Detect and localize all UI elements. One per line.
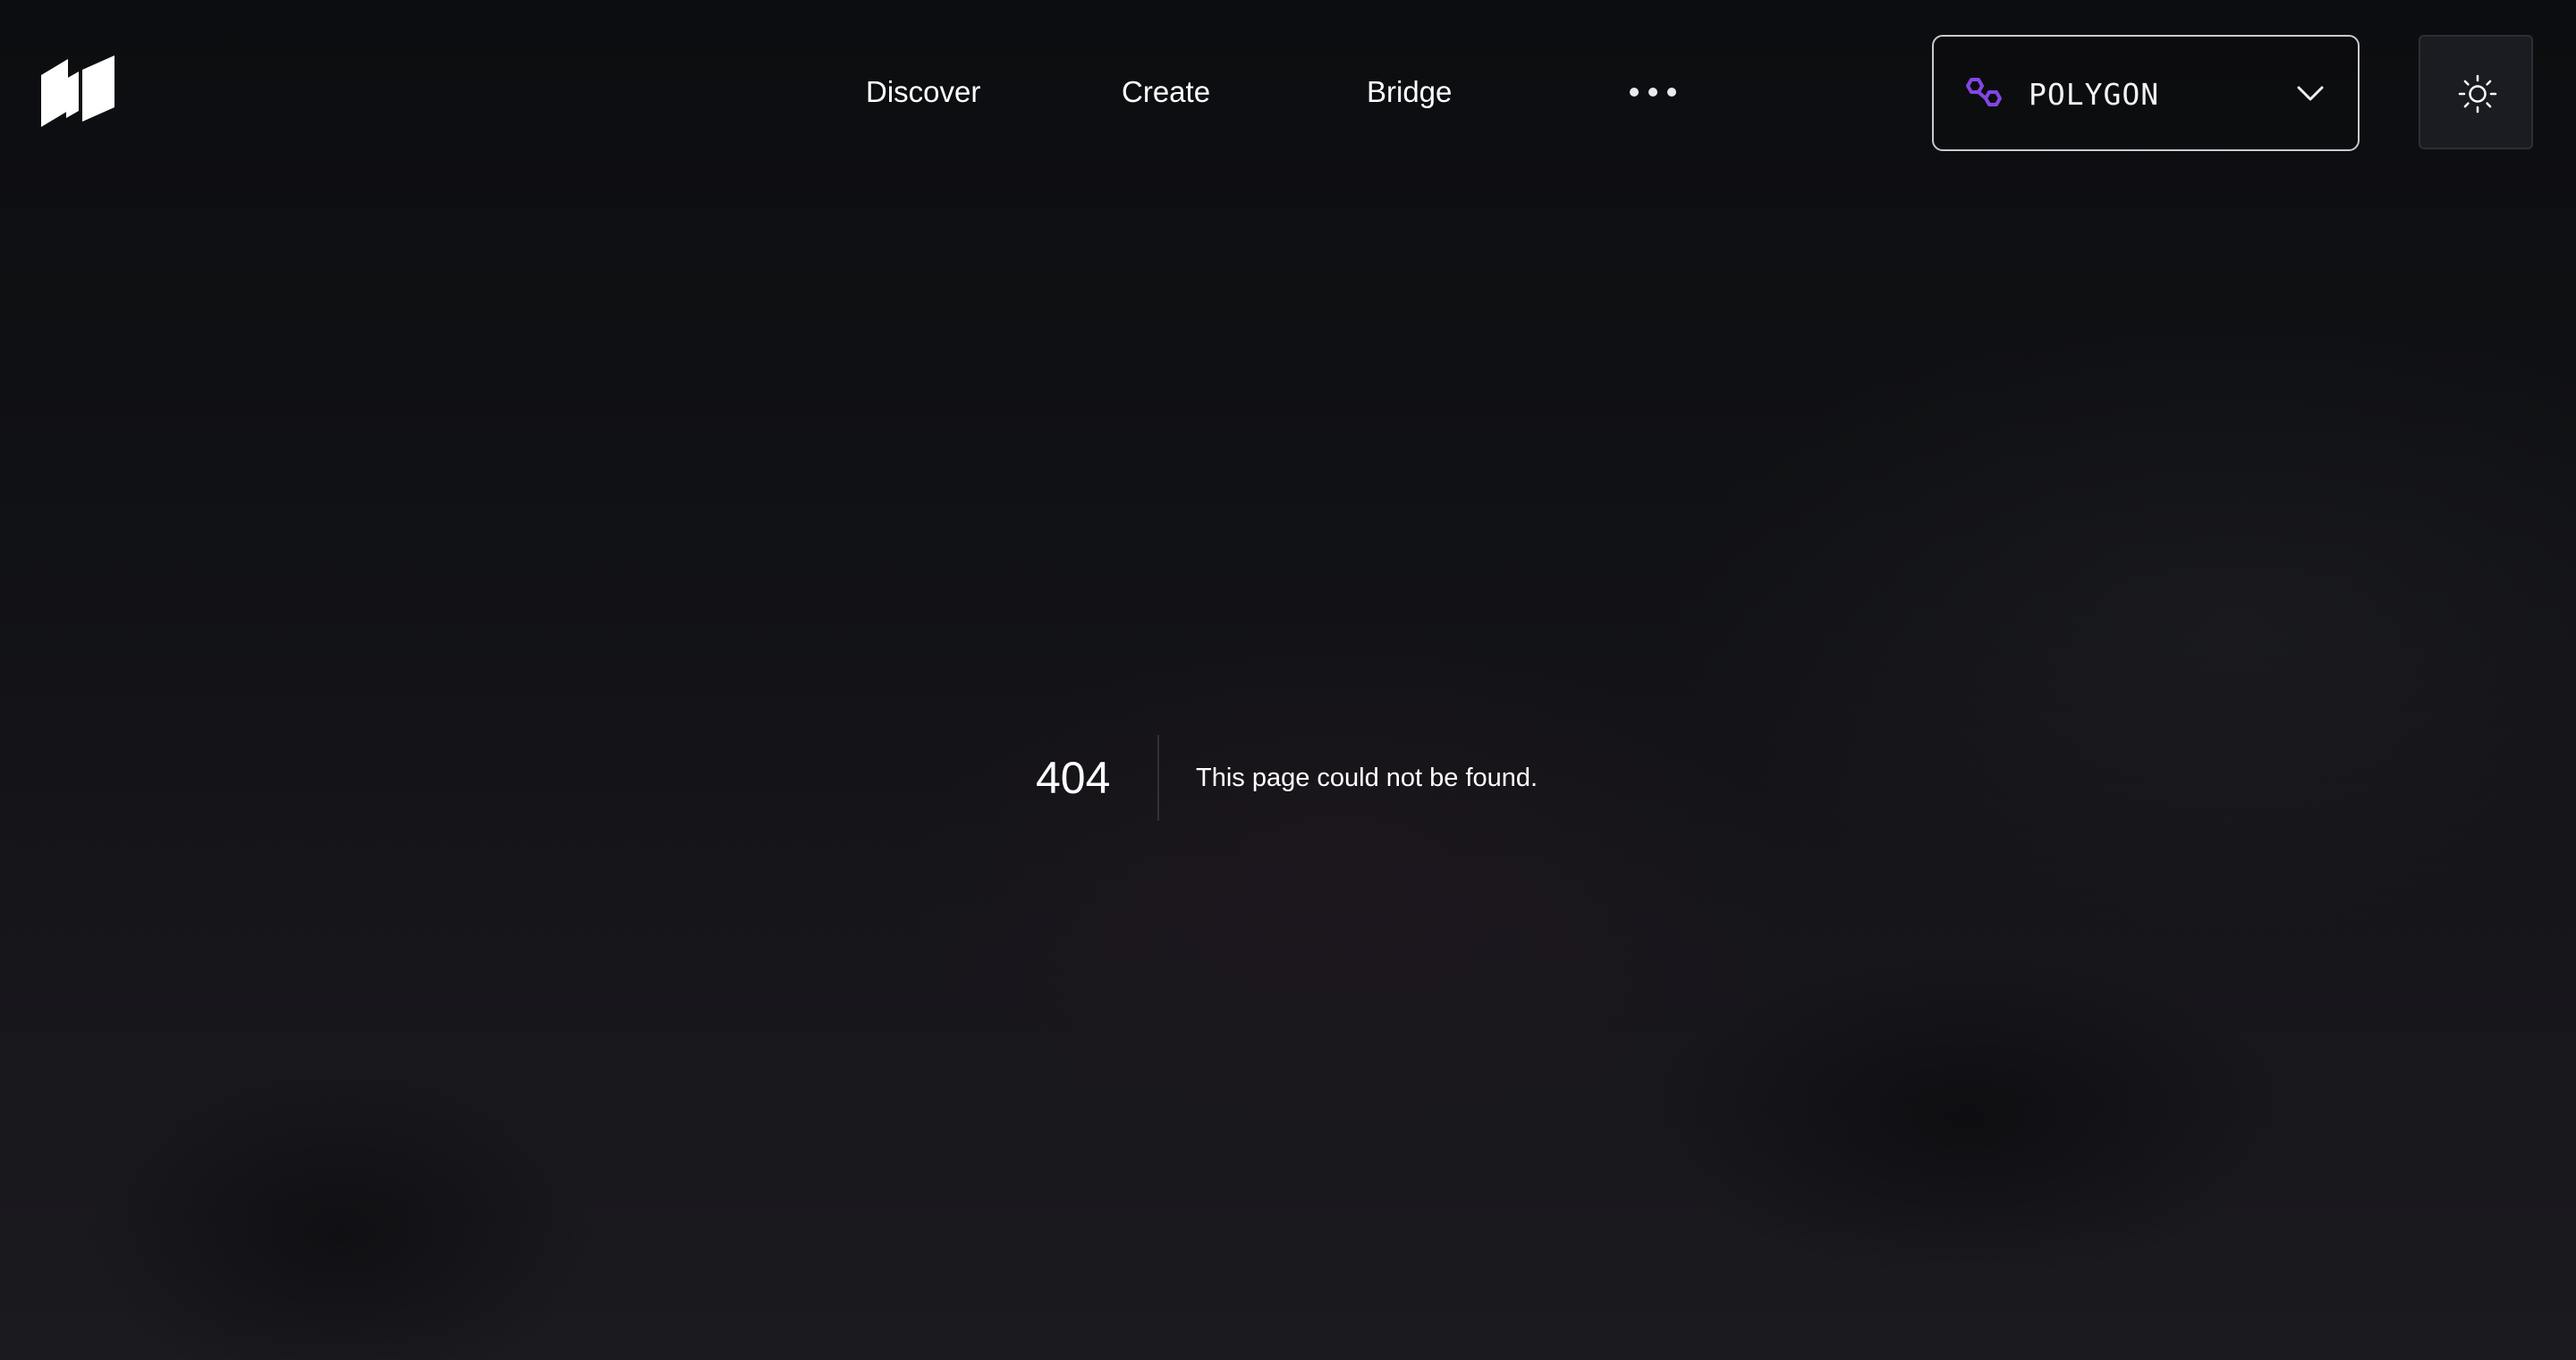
- network-select-value: POLYGON: [2029, 77, 2160, 112]
- polygon-icon: [1964, 76, 2004, 112]
- error-code: 404: [1036, 753, 1111, 803]
- site-header: Discover Create Bridge POLYGON: [0, 0, 2576, 188]
- not-found-message: 404 This page could not be found.: [1011, 733, 1637, 823]
- brand-logo-icon[interactable]: [41, 55, 114, 127]
- more-dots-icon[interactable]: [1628, 80, 1678, 104]
- error-divider: [1157, 735, 1159, 821]
- error-message: This page could not be found.: [1196, 764, 1538, 792]
- sun-icon: [2458, 74, 2497, 114]
- nav-bridge[interactable]: Bridge: [1367, 70, 1452, 114]
- theme-toggle-button[interactable]: [2419, 35, 2533, 149]
- network-select[interactable]: POLYGON: [1932, 35, 2360, 151]
- nav-discover[interactable]: Discover: [866, 70, 980, 114]
- nav-create[interactable]: Create: [1122, 70, 1210, 114]
- chevron-down-icon: [2295, 80, 2326, 106]
